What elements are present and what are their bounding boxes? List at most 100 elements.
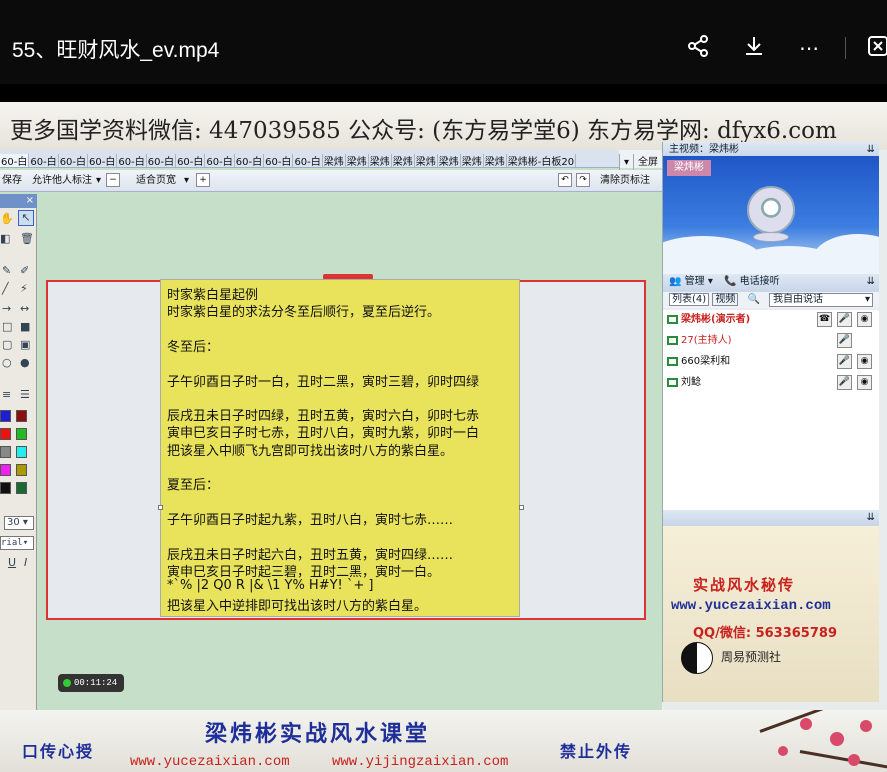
document-tab[interactable]: 60-白 xyxy=(293,154,323,167)
document-tab[interactable]: 梁炜 xyxy=(461,154,484,167)
clear-annotations-button[interactable]: 清除页标注 xyxy=(598,173,652,189)
user-row[interactable]: 660梁利和 🎤 ◉ xyxy=(665,352,877,372)
palette-close-icon[interactable]: × xyxy=(0,194,37,208)
color-red[interactable] xyxy=(0,428,11,440)
bottom-banner: 梁炜彬实战风水课堂 口传心授 禁止外传 www.yucezaixian.com … xyxy=(0,710,887,772)
banner-text: 更多国学资料微信: 447039585 公众号: (东方易学堂6) 东方易学网:… xyxy=(10,118,837,144)
color-gray[interactable] xyxy=(0,446,11,458)
document-tab[interactable]: 60-白 xyxy=(176,154,206,167)
fit-dropdown-icon[interactable]: ▾ xyxy=(182,173,191,189)
mic-icon[interactable]: 🎤 xyxy=(837,354,852,369)
phone-icon: 📞 xyxy=(724,276,737,287)
document-tab[interactable]: 60-白 xyxy=(117,154,147,167)
font-size-select[interactable]: 30 ▾ xyxy=(4,516,34,530)
resize-handle-left[interactable] xyxy=(158,505,163,510)
camera-icon[interactable]: ◉ xyxy=(857,312,872,327)
allow-annotation-button[interactable]: 允许他人标注 xyxy=(30,173,94,189)
resize-handle-right[interactable] xyxy=(519,505,524,510)
document-tab[interactable]: 60-白 xyxy=(205,154,235,167)
document-tab[interactable]: 60-白 xyxy=(0,154,30,167)
footer-url-1: www.yucezaixian.com xyxy=(130,754,290,770)
zoom-out-icon[interactable]: − xyxy=(106,173,120,187)
more-icon[interactable]: ⋯ xyxy=(795,34,823,62)
filled-ellipse-tool-icon[interactable]: ● xyxy=(20,356,30,369)
document-tab[interactable]: 梁炜 xyxy=(369,154,392,167)
rounded-rect-tool-icon[interactable]: ▢ xyxy=(2,338,12,351)
tab-video[interactable]: 视频 xyxy=(712,293,739,306)
font-name-select[interactable]: rial▾ xyxy=(0,536,34,550)
document-tab[interactable]: 60-白 xyxy=(59,154,89,167)
document-tab[interactable]: 60-白 xyxy=(147,154,177,167)
document-tab[interactable]: 梁炜彬-白板20 xyxy=(507,154,577,167)
download-icon[interactable] xyxy=(740,34,768,62)
color-cyan[interactable] xyxy=(16,446,27,458)
mic-icon[interactable]: 🎤 xyxy=(837,375,852,390)
delete-tool-icon[interactable]: 🗑 xyxy=(20,232,34,245)
document-tab[interactable]: 梁炜 xyxy=(438,154,461,167)
speak-mode-select[interactable]: 我自由说话 ▾ xyxy=(769,293,873,307)
italic-button[interactable]: I xyxy=(24,556,27,569)
document-tab[interactable]: 60-白 xyxy=(88,154,118,167)
color-olive[interactable] xyxy=(16,464,27,476)
redo-icon[interactable]: ↷ xyxy=(576,173,590,187)
line-width-thick-icon[interactable]: ☰ xyxy=(20,388,30,401)
user-row[interactable]: 27(主持人) 🎤 xyxy=(665,331,877,351)
mic-icon[interactable]: 🎤 xyxy=(837,333,852,348)
collapse-icon[interactable]: ⇊ xyxy=(867,510,875,526)
phone-answer-button[interactable]: 电话接听 xyxy=(740,276,780,287)
color-green[interactable] xyxy=(16,428,27,440)
manage-button[interactable]: 管理 xyxy=(685,276,705,287)
search-icon[interactable]: 🔍 xyxy=(748,294,760,305)
hand-tool-icon[interactable]: ✋ xyxy=(0,212,14,225)
monitor-icon xyxy=(667,357,678,366)
color-blue[interactable] xyxy=(0,410,11,422)
filled-rect-tool-icon[interactable]: ■ xyxy=(20,320,30,333)
document-tab[interactable]: 60-白 xyxy=(29,154,59,167)
fill-tool-icon[interactable]: ◧ xyxy=(0,232,10,245)
ad-organization: 周易预测社 xyxy=(721,650,782,664)
document-tab[interactable]: 60-白 xyxy=(235,154,265,167)
video-frame[interactable]: 更多国学资料微信: 447039585 公众号: (东方易学堂6) 东方易学网:… xyxy=(0,84,887,772)
arrow-tool-icon[interactable]: → xyxy=(2,302,11,315)
user-row[interactable]: 梁炜彬(演示者) ☎ 🎤 ◉ xyxy=(665,310,877,330)
highlighter-tool-icon[interactable]: ✐ xyxy=(20,264,29,277)
rect-tool-icon[interactable]: □ xyxy=(2,320,12,333)
save-button[interactable]: 保存 xyxy=(0,173,24,189)
line-width-thin-icon[interactable]: ≡ xyxy=(2,388,11,401)
allow-dropdown-icon[interactable]: ▾ xyxy=(94,173,103,189)
share-icon[interactable] xyxy=(684,34,712,62)
exit-icon[interactable] xyxy=(866,34,887,62)
line-tool-icon[interactable]: ╱ xyxy=(2,282,9,295)
color-magenta[interactable] xyxy=(0,464,11,476)
filled-rounded-rect-tool-icon[interactable]: ▣ xyxy=(20,338,30,351)
pointer-tool-icon[interactable]: ↖ xyxy=(18,210,34,226)
font-size-value: 30 xyxy=(7,517,20,528)
ellipse-tool-icon[interactable]: ○ xyxy=(2,356,12,369)
mic-icon[interactable]: 🎤 xyxy=(837,312,852,327)
tab-list[interactable]: 列表(4) xyxy=(669,293,710,306)
fit-width-select[interactable]: 适合页宽 xyxy=(134,173,178,189)
color-black[interactable] xyxy=(0,482,11,494)
document-tab[interactable]: 梁炜 xyxy=(323,154,346,167)
camera-icon[interactable]: ◉ xyxy=(857,375,872,390)
zoom-in-icon[interactable]: + xyxy=(196,173,210,187)
color-darkred[interactable] xyxy=(16,410,27,422)
yellow-document[interactable]: 时家紫白星起例 时家紫白星的求法分冬至后顺行，夏至后逆行。 冬至后： 子午卯酉日子时一… xyxy=(160,279,520,617)
people-icon: 👥 xyxy=(669,276,682,287)
document-tab[interactable]: 梁炜 xyxy=(415,154,438,167)
document-tab[interactable]: 60-白 xyxy=(264,154,294,167)
phone-icon[interactable]: ☎ xyxy=(817,312,832,327)
underline-button[interactable]: U xyxy=(8,556,16,569)
user-row[interactable]: 刘鲶 🎤 ◉ xyxy=(665,373,877,393)
document-tab[interactable]: 梁炜 xyxy=(392,154,415,167)
brush-tool-icon[interactable]: ⚡ xyxy=(20,282,28,295)
whiteboard-canvas[interactable]: 时家紫白星起例 时家紫白星的求法分冬至后顺行，夏至后逆行。 冬至后： 子午卯酉日子时一… xyxy=(38,194,662,709)
double-arrow-tool-icon[interactable]: ↔ xyxy=(20,302,29,315)
undo-icon[interactable]: ↶ xyxy=(558,173,572,187)
document-tab[interactable]: 梁炜 xyxy=(484,154,507,167)
color-darkgreen[interactable] xyxy=(16,482,27,494)
camera-icon[interactable]: ◉ xyxy=(857,354,872,369)
document-tab[interactable]: 梁炜 xyxy=(346,154,369,167)
pen-tool-icon[interactable]: ✎ xyxy=(2,264,11,277)
collapse-icon[interactable]: ⇊ xyxy=(867,274,875,290)
